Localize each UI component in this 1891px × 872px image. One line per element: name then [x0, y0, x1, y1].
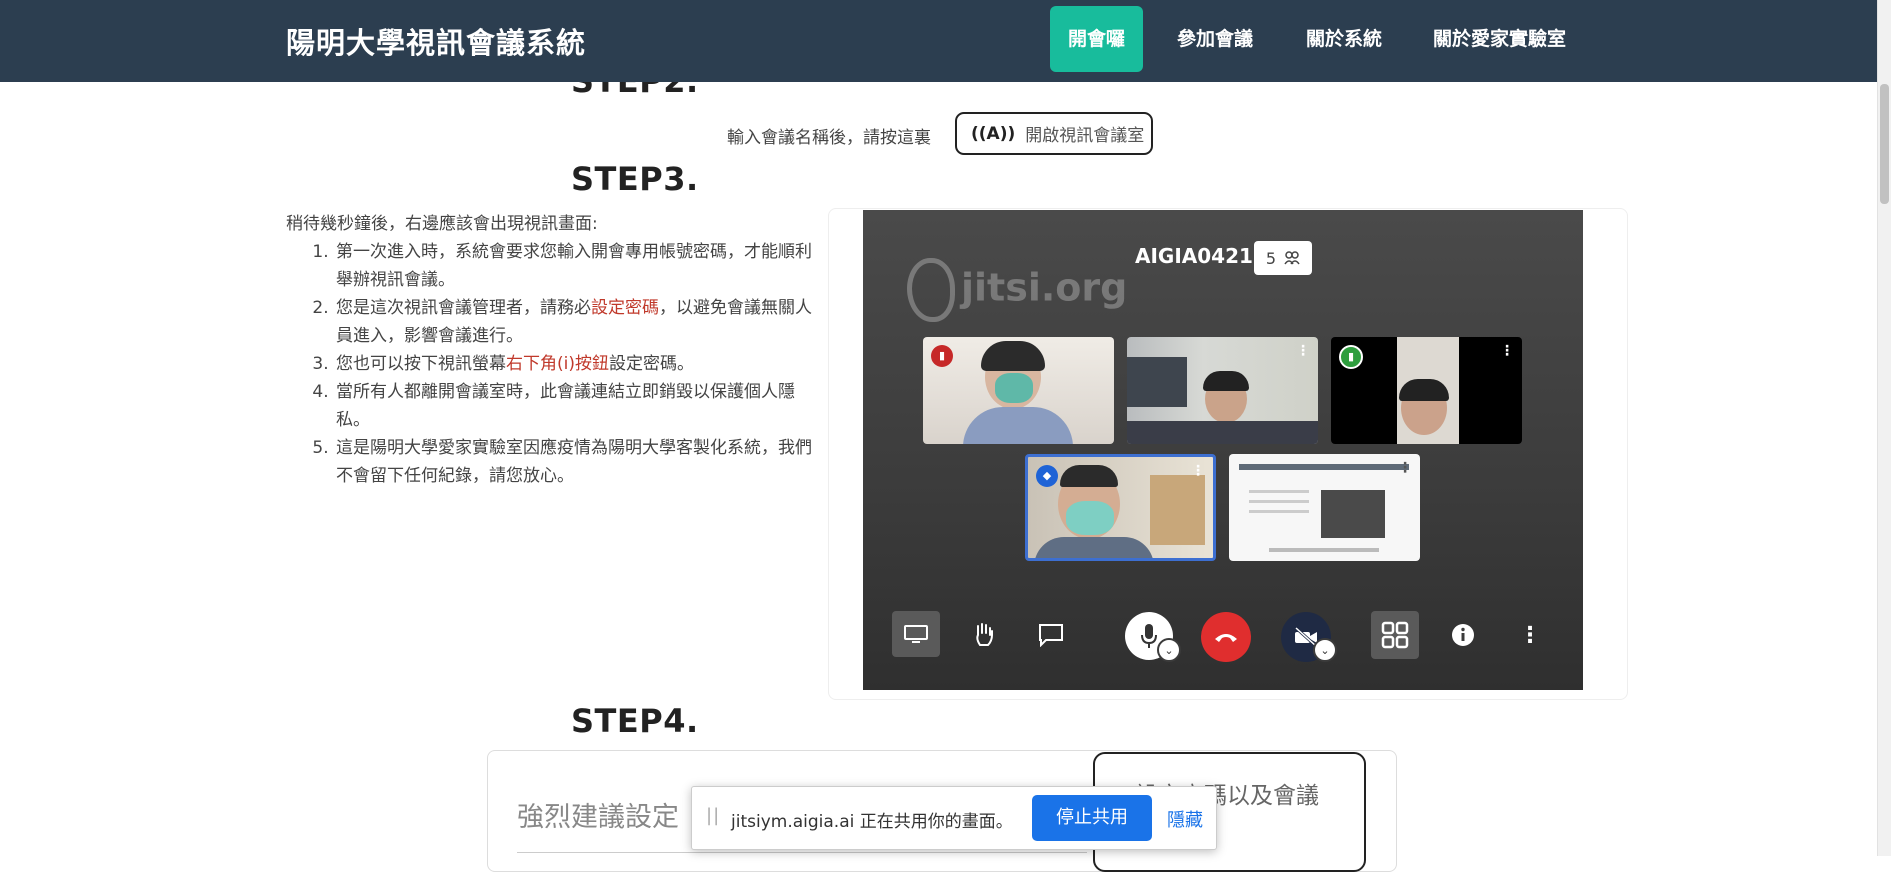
participant-tile[interactable]: ▮ ⋮ — [1331, 337, 1522, 444]
info-button[interactable] — [1441, 613, 1485, 657]
list-item-text: 當所有人都離開會議室時，此會議連結立即銷毀以保護個人隱私。 — [336, 382, 795, 430]
logo-text: jitsi.org — [961, 265, 1128, 310]
chat-icon — [1039, 624, 1063, 647]
highlight-text: 設定密碼 — [591, 298, 659, 318]
jitsi-logo: jitsi.org — [907, 258, 1127, 322]
moderator-icon[interactable]: ◆ — [1036, 465, 1058, 487]
drag-handle-icon[interactable]: || — [706, 805, 720, 826]
step3-instructions: 稍待幾秒鐘後，右邊應該會出現視訊畫面: 第一次進入時，系統會要求您輸入開會專用帳… — [286, 210, 816, 490]
participant-video — [1239, 464, 1409, 470]
list-item-text: 您是這次視訊會議管理者，請務必 — [336, 298, 591, 318]
participants-icon — [1284, 251, 1300, 265]
list-item-text: 設定密碼。 — [609, 354, 694, 374]
raise-hand-button[interactable] — [962, 613, 1006, 657]
microphone-icon — [1141, 624, 1157, 648]
connection-indicator-icon[interactable]: ▮ — [1339, 345, 1363, 369]
more-options-button[interactable]: ⋮ — [1508, 613, 1552, 657]
participant-video — [995, 373, 1033, 403]
top-navbar: 陽明大學視訊會議系統 開會囉 參加會議 關於系統 關於愛家實驗室 — [0, 0, 1891, 82]
participant-video — [1150, 475, 1205, 545]
raise-hand-icon — [976, 623, 993, 646]
page-scrollbar[interactable] — [1877, 0, 1891, 856]
participant-tile-active-speaker[interactable]: ◆ ⋮ — [1025, 454, 1216, 561]
list-item: 這是陽明大學愛家實驗室因應疫情為陽明大學客製化系統，我們不會留下任何紀錄，請您放… — [334, 434, 816, 490]
step2-instruction: 輸入會議名稱後，請按這裏 — [727, 128, 931, 148]
participant-tile[interactable]: ⋮ — [1127, 337, 1318, 444]
more-options-icon[interactable]: ⋮ — [1500, 343, 1514, 359]
participant-video — [1034, 537, 1154, 558]
participant-video — [1060, 465, 1118, 487]
participant-video — [1127, 421, 1318, 444]
scrollbar-thumb[interactable] — [1880, 84, 1889, 204]
list-item: 您是這次視訊會議管理者，請務必設定密碼，以避免會議無關人員進入，影響會議進行。 — [334, 294, 816, 350]
hide-link[interactable]: 隱藏 — [1167, 806, 1203, 832]
list-item: 第一次進入時，系統會要求您輸入開會專用帳號密碼，才能順利舉辦視訊會議。 — [334, 238, 816, 294]
open-room-button[interactable]: ((A)) 開啟視訊會議室 — [955, 112, 1153, 155]
participant-video — [1249, 490, 1309, 493]
participant-video — [1203, 371, 1249, 391]
tile-view-icon — [1381, 621, 1409, 649]
highlight-text: 右下角(i)按鈕 — [506, 354, 609, 374]
participant-count: 5 — [1265, 248, 1277, 268]
participant-video — [1066, 501, 1114, 535]
hangup-icon — [1215, 634, 1237, 642]
meeting-video[interactable]: jitsi.org AIGIA0421 5 ▮ ⋮ ▮ ⋮ ◆ ⋮ ⋮ ⌄ ⌄ … — [863, 210, 1583, 690]
nav-item-join-meeting[interactable]: 參加會議 — [1159, 6, 1271, 72]
chevron-down-icon[interactable]: ⌄ — [1157, 638, 1181, 662]
participant-video — [1249, 500, 1309, 503]
screen-share-icon — [904, 625, 928, 643]
screen-share-button[interactable] — [892, 611, 940, 657]
participant-video — [981, 341, 1045, 371]
hangup-button[interactable] — [1201, 612, 1251, 662]
nav-item-start-meeting[interactable]: 開會囉 — [1050, 6, 1144, 72]
more-options-icon[interactable]: ⋮ — [1191, 463, 1205, 479]
more-options-icon: ⋮ — [1519, 622, 1541, 648]
share-message: jitsiym.aigia.ai 正在共用你的畫面。 — [731, 812, 1013, 832]
divider — [517, 852, 1087, 853]
info-icon — [1452, 624, 1474, 646]
list-item-text: 這是陽明大學愛家實驗室因應疫情為陽明大學客製化系統，我們不會留下任何紀錄，請您放… — [336, 438, 812, 486]
list-item: 您也可以按下視訊螢幕右下角(i)按鈕設定密碼。 — [334, 350, 816, 378]
screen-share-notification: || jitsiym.aigia.ai 正在共用你的畫面。 停止共用 隱藏 — [691, 786, 1217, 850]
chat-button[interactable] — [1029, 613, 1073, 657]
nav-item-about-lab[interactable]: 關於愛家實驗室 — [1415, 6, 1584, 72]
list-item-text: 您也可以按下視訊螢幕 — [336, 354, 506, 374]
more-options-icon[interactable]: ⋮ — [1296, 343, 1310, 359]
nav-item-about-system[interactable]: 關於系統 — [1288, 6, 1400, 72]
password-input-text[interactable]: 強烈建議設定 — [517, 795, 679, 834]
participant-tile-screen-share[interactable]: ⋮ — [1229, 454, 1420, 561]
list-item: 當所有人都離開會議室時，此會議連結立即銷毀以保護個人隱私。 — [334, 378, 816, 434]
more-options-icon[interactable]: ⋮ — [1398, 460, 1412, 476]
broadcast-icon: ((A)) — [971, 123, 1016, 144]
list-item-text: 第一次進入時，系統會要求您輸入開會專用帳號密碼，才能順利舉辦視訊會議。 — [336, 242, 812, 290]
participant-video — [1321, 490, 1385, 538]
participant-video — [1249, 510, 1309, 513]
participant-video — [963, 407, 1073, 444]
jitsi-swirl-icon — [907, 258, 955, 322]
participant-video — [1127, 357, 1187, 407]
step3-intro: 稍待幾秒鐘後，右邊應該會出現視訊畫面: — [286, 214, 598, 234]
room-name: AIGIA0421 — [1135, 244, 1253, 268]
participant-tile[interactable]: ▮ — [923, 337, 1114, 444]
tile-view-button[interactable] — [1371, 611, 1419, 659]
open-room-label: 開啟視訊會議室 — [1025, 126, 1145, 146]
step3-heading: STEP3. — [571, 160, 699, 198]
stop-sharing-button[interactable]: 停止共用 — [1032, 795, 1152, 841]
chevron-down-icon[interactable]: ⌄ — [1313, 638, 1337, 662]
site-brand[interactable]: 陽明大學視訊會議系統 — [286, 20, 586, 62]
participant-count-badge[interactable]: 5 — [1254, 241, 1312, 275]
participant-video — [1269, 548, 1379, 552]
instruction-list: 第一次進入時，系統會要求您輸入開會專用帳號密碼，才能順利舉辦視訊會議。 您是這次… — [286, 238, 816, 490]
participant-video — [1399, 379, 1449, 401]
step4-heading: STEP4. — [571, 702, 699, 740]
connection-indicator-icon[interactable]: ▮ — [931, 345, 953, 367]
